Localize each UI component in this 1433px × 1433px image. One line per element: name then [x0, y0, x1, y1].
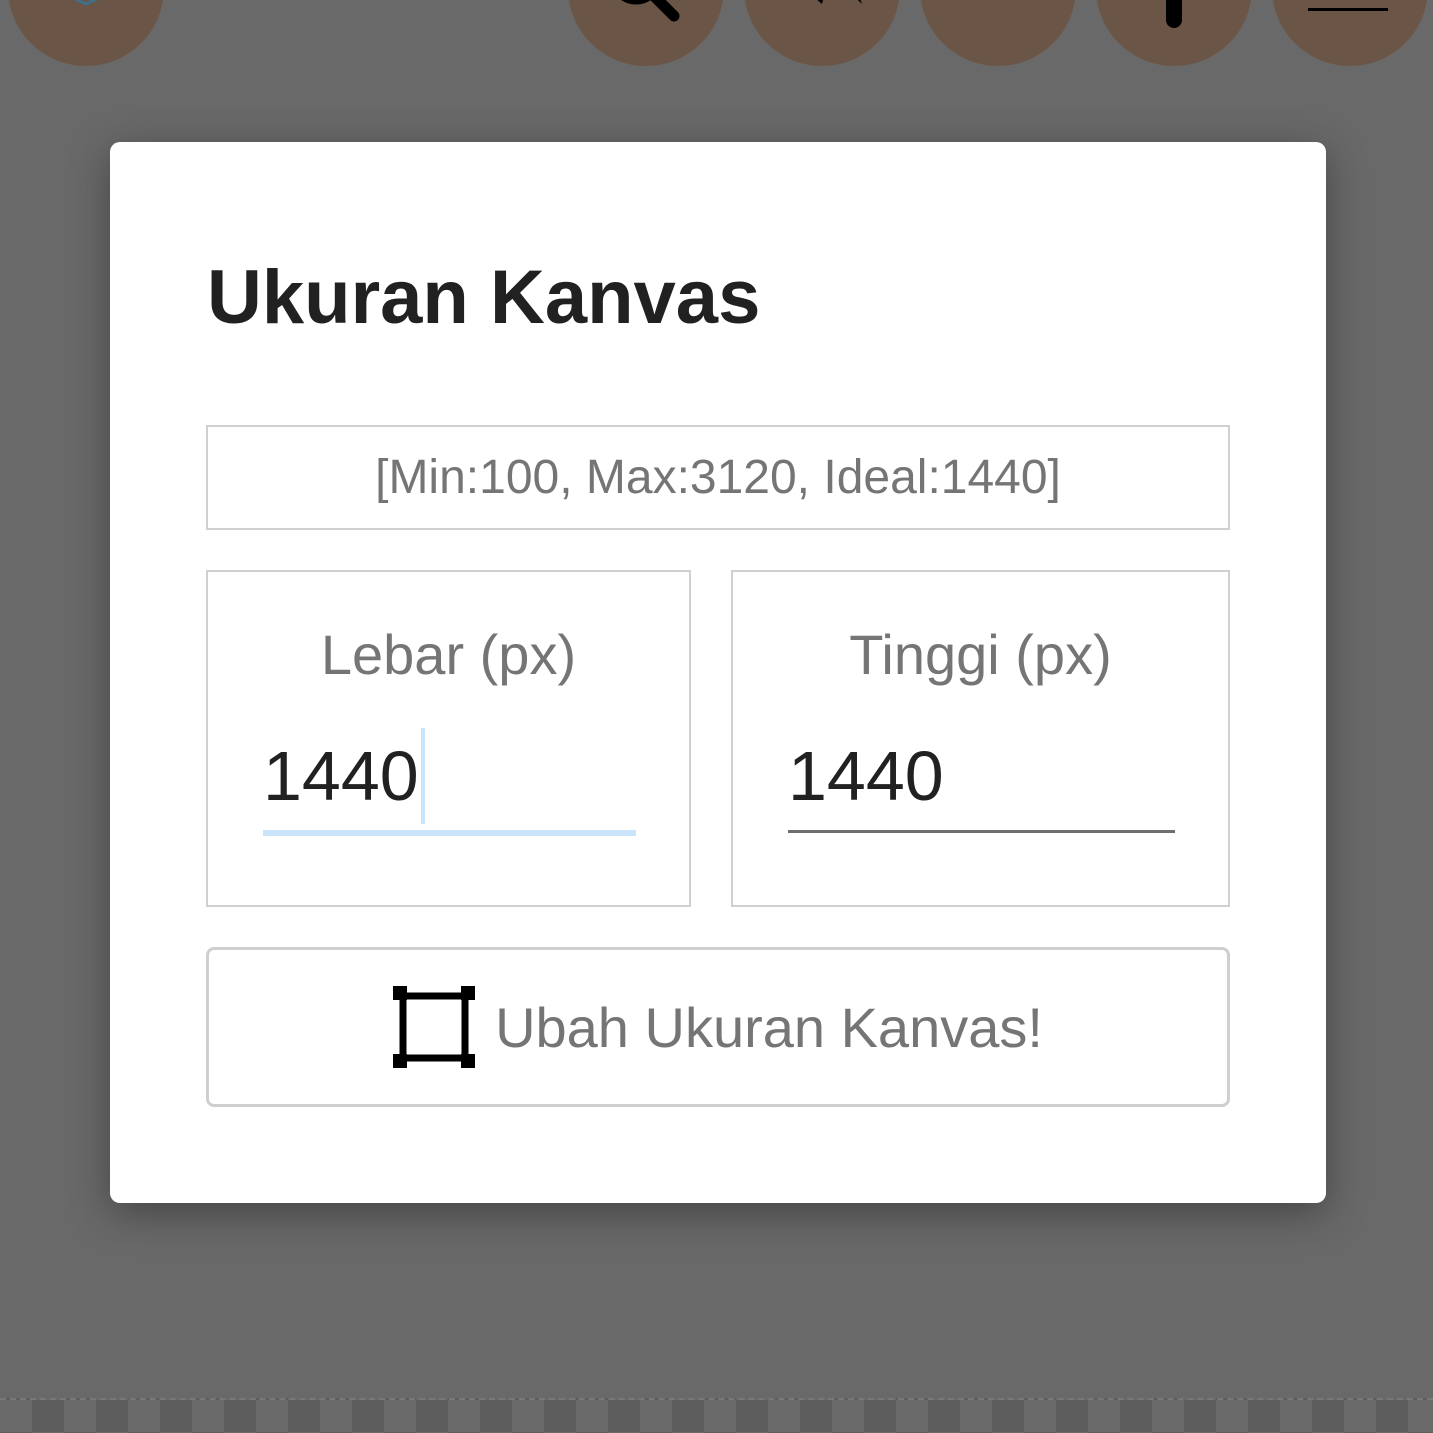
undo-button[interactable]	[744, 0, 900, 66]
width-field-box: Lebar (px) 1440	[206, 570, 691, 907]
layers-button[interactable]	[8, 0, 164, 66]
width-value: 1440	[263, 737, 419, 815]
width-input[interactable]: 1440	[263, 722, 636, 836]
layers-icon	[73, 0, 99, 6]
dialog-title: Ukuran Kanvas	[207, 255, 761, 340]
resize-frame-icon	[393, 986, 476, 1068]
menu-button[interactable]	[1272, 0, 1428, 66]
width-label: Lebar (px)	[320, 623, 577, 686]
text-caret	[420, 727, 425, 824]
resize-canvas-button[interactable]: Ubah Ukuran Kanvas!	[206, 947, 1230, 1107]
undo-icon	[817, 0, 862, 4]
height-value: 1440	[788, 737, 944, 815]
resize-canvas-label: Ubah Ukuran Kanvas!	[495, 995, 1043, 1059]
redo-button[interactable]	[920, 0, 1076, 66]
canvas-checkerboard	[0, 1398, 1433, 1433]
search-icon	[621, 0, 680, 22]
canvas-size-dialog: Ukuran Kanvas [Min:100, Max:3120, Ideal:…	[110, 142, 1326, 1203]
height-input[interactable]: 1440	[788, 722, 1175, 833]
size-hint: [Min:100, Max:3120, Ideal:1440]	[206, 425, 1230, 530]
redo-icon	[950, 0, 1050, 16]
menu-icon	[1308, 8, 1388, 11]
add-button[interactable]	[1096, 0, 1252, 66]
height-label: Tinggi (px)	[849, 623, 1112, 686]
search-button[interactable]	[568, 0, 724, 66]
add-icon	[1166, 0, 1182, 28]
height-field-box: Tinggi (px) 1440	[731, 570, 1230, 907]
